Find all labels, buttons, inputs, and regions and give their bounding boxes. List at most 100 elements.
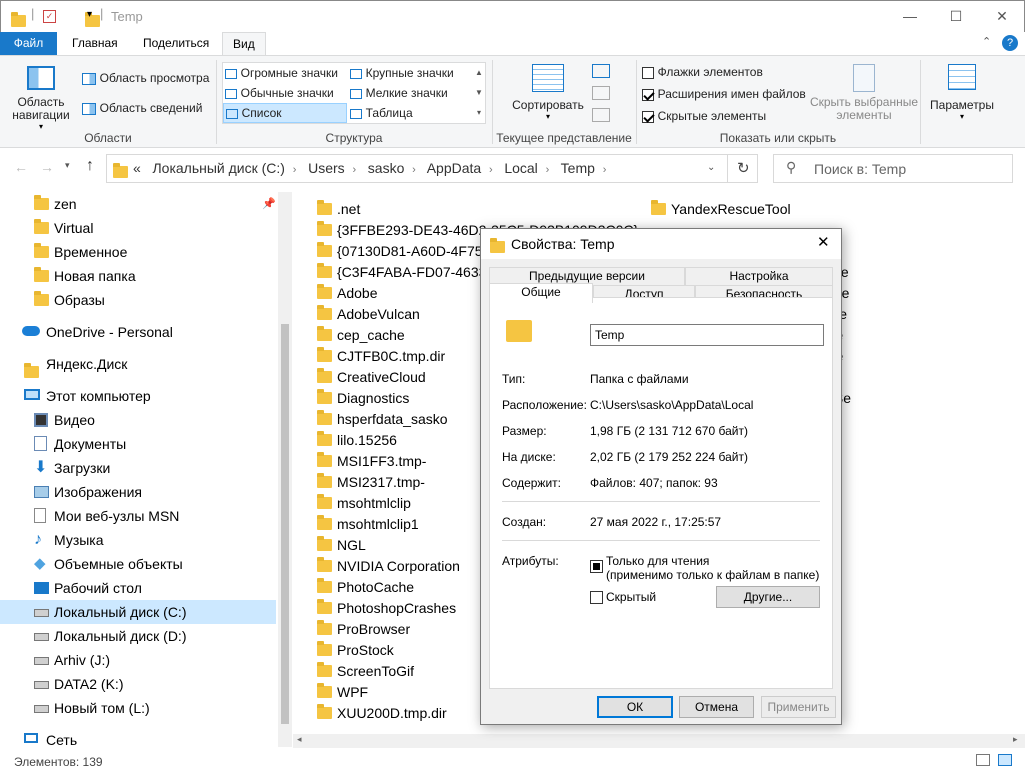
refresh-icon[interactable]: ↻: [737, 159, 750, 177]
address-bar[interactable]: « Локальный диск (C:) › Users › sasko › …: [106, 154, 758, 183]
details-pane-button[interactable]: Область сведений: [82, 100, 202, 115]
tab-view[interactable]: Вид: [222, 32, 266, 56]
layout-scroll[interactable]: ▲ ▼ ▾: [473, 63, 485, 123]
advanced-button[interactable]: Другие...: [716, 586, 820, 608]
scroll-left-icon[interactable]: ◂: [297, 734, 302, 745]
ribbon: Область навигации ▾ Область просмотра Об…: [0, 55, 1025, 148]
breadcrumb-overflow[interactable]: «: [133, 160, 141, 176]
search-box[interactable]: ⚲ Поиск в: Temp: [773, 154, 1013, 183]
nav-item[interactable]: ⬇ Загрузки: [0, 456, 276, 480]
tab-customize[interactable]: Настройка: [685, 267, 833, 285]
dialog-close-icon[interactable]: ✕: [817, 233, 830, 251]
nav-item[interactable]: zen 📌: [0, 192, 276, 216]
file-extensions-toggle[interactable]: Расширения имен файлов: [642, 86, 806, 101]
tab-share[interactable]: Поделиться: [133, 32, 219, 55]
properties-qat-icon[interactable]: ✓: [43, 10, 56, 23]
hidden-items-checkbox[interactable]: [642, 110, 654, 123]
scroll-right-icon[interactable]: ▸: [1013, 734, 1018, 745]
nav-item[interactable]: Документы: [0, 432, 276, 456]
breadcrumb-item[interactable]: Temp: [561, 160, 595, 176]
item-checkboxes-checkbox[interactable]: [642, 66, 654, 79]
folder-icon: [11, 11, 26, 27]
hidden-items-toggle[interactable]: Скрытые элементы: [642, 108, 766, 123]
forward-arrow-icon[interactable]: →: [40, 159, 54, 175]
maximize-button[interactable]: ☐: [933, 1, 979, 32]
preview-pane-button[interactable]: Область просмотра: [82, 70, 209, 85]
nav-item[interactable]: Новая папка: [0, 264, 276, 288]
large-icons-view-icon[interactable]: [998, 754, 1012, 766]
layout-details[interactable]: Таблица: [350, 105, 413, 120]
breadcrumb-item[interactable]: Локальный диск (C:): [152, 160, 285, 176]
layout-extra-large-icons[interactable]: Огромные значки: [225, 65, 338, 80]
nav-item[interactable]: Arhiv (J:): [0, 648, 276, 672]
nav-item[interactable]: Временное: [0, 240, 276, 264]
nav-item[interactable]: Мои веб-узлы MSN: [0, 504, 276, 528]
back-arrow-icon[interactable]: ←: [14, 159, 28, 175]
nav-item[interactable]: Изображения: [0, 480, 276, 504]
breadcrumb-item[interactable]: sasko: [368, 160, 405, 176]
nav-item[interactable]: Локальный диск (D:): [0, 624, 276, 648]
minimize-button[interactable]: —: [887, 1, 933, 32]
group-by-icon[interactable]: [592, 64, 610, 78]
close-button[interactable]: ✕: [979, 1, 1025, 32]
hide-selected-button[interactable]: Скрыть выбранные элементы: [808, 62, 920, 122]
nav-item-yandex-disk[interactable]: Яндекс.Диск: [0, 352, 276, 379]
item-checkboxes-toggle[interactable]: Флажки элементов: [642, 64, 763, 79]
desktop-icon: [34, 582, 49, 594]
nav-item[interactable]: Образы: [0, 288, 276, 312]
cancel-button[interactable]: Отмена: [679, 696, 754, 718]
folder-name-field[interactable]: Temp: [590, 324, 824, 346]
nav-item[interactable]: ♪ Музыка: [0, 528, 276, 552]
address-dropdown-icon[interactable]: ⌄: [707, 162, 715, 173]
up-arrow-icon[interactable]: ↑: [86, 157, 94, 175]
documents-icon: [34, 436, 47, 451]
hidden-checkbox[interactable]: [590, 591, 603, 604]
ok-button[interactable]: ОК: [597, 696, 673, 718]
layout-medium-icons[interactable]: Обычные значки: [225, 85, 334, 100]
nav-item[interactable]: Новый том (L:): [0, 696, 276, 720]
file-name: CJTFB0C.tmp.dir: [337, 347, 446, 364]
nav-item[interactable]: Локальный диск (C:): [0, 600, 276, 624]
qat-dropdown-icon[interactable]: ▾: [87, 9, 92, 20]
breadcrumb-item[interactable]: Users: [308, 160, 345, 176]
file-item[interactable]: YandexRescueTool: [651, 198, 1025, 219]
sort-button[interactable]: Сортировать ▾: [510, 62, 586, 126]
tab-general[interactable]: Общие: [489, 283, 593, 303]
layout-list[interactable]: Список: [223, 103, 347, 123]
help-icon[interactable]: ?: [1002, 35, 1018, 51]
add-columns-icon[interactable]: [592, 86, 610, 100]
drive-icon: [34, 705, 49, 713]
nav-scrollbar-thumb[interactable]: [281, 324, 289, 724]
ribbon-collapse-icon[interactable]: ⌃: [982, 35, 991, 48]
layout-small-icons[interactable]: Мелкие значки: [350, 85, 448, 100]
layout-large-icons[interactable]: Крупные значки: [350, 65, 454, 80]
size-columns-icon[interactable]: [592, 108, 610, 122]
file-item[interactable]: .net: [317, 198, 647, 219]
breadcrumb-item[interactable]: Local: [504, 160, 537, 176]
nav-item[interactable]: Видео: [0, 408, 276, 432]
folder-icon: [317, 284, 332, 300]
tab-home[interactable]: Главная: [62, 32, 128, 55]
nav-item[interactable]: Рабочий стол: [0, 576, 276, 600]
recent-locations-icon[interactable]: ▾: [65, 160, 70, 171]
nav-item-onedrive[interactable]: OneDrive - Personal: [0, 320, 276, 344]
navigation-pane-button[interactable]: Область навигации ▾: [6, 62, 76, 131]
nav-scrollbar[interactable]: [278, 192, 292, 747]
nav-item[interactable]: ◆ Объемные объекты: [0, 552, 276, 576]
nav-item[interactable]: Virtual: [0, 216, 276, 240]
nav-item-this-pc[interactable]: Этот компьютер: [0, 384, 276, 408]
options-button[interactable]: Параметры ▾: [926, 62, 998, 121]
readonly-checkbox[interactable]: [590, 560, 603, 573]
details-view-icon[interactable]: [976, 754, 990, 766]
show-hide-group-label: Показать или скрыть: [719, 131, 837, 145]
drive-icon: [34, 657, 49, 665]
horizontal-scrollbar[interactable]: ◂ ▸: [293, 734, 1025, 748]
file-name: WPF: [337, 683, 369, 700]
nav-item[interactable]: DATA2 (K:): [0, 672, 276, 696]
large-icons-icon: [350, 68, 362, 79]
tab-file[interactable]: Файл: [0, 32, 57, 55]
pin-icon[interactable]: 📌: [262, 192, 276, 216]
breadcrumb-item[interactable]: AppData: [427, 160, 481, 176]
file-extensions-checkbox[interactable]: [642, 88, 654, 101]
apply-button[interactable]: Применить: [761, 696, 836, 718]
